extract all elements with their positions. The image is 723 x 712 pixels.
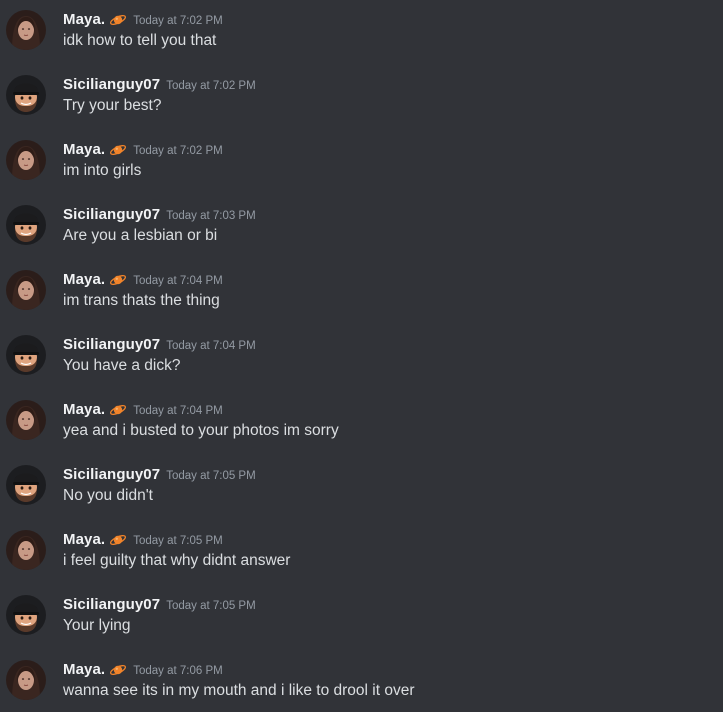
- planet-icon: [109, 273, 127, 287]
- planet-icon: [109, 533, 127, 547]
- message-item[interactable]: Maya. Today at 7:06 PM wanna see its in m…: [0, 660, 723, 712]
- username[interactable]: Maya.: [63, 271, 105, 288]
- sicilianguy-avatar[interactable]: [6, 205, 46, 245]
- sicilianguy-avatar[interactable]: [6, 75, 46, 115]
- maya-avatar[interactable]: [6, 270, 46, 310]
- username[interactable]: Maya.: [63, 531, 105, 548]
- timestamp: Today at 7:04 PM: [133, 275, 223, 287]
- message-header: Maya. Today at 7:06 PM: [63, 660, 223, 680]
- message-header: Sicilianguy07 Today at 7:05 PM: [63, 465, 256, 485]
- message-text: im trans thats the thing: [63, 292, 220, 309]
- maya-avatar[interactable]: [6, 10, 46, 50]
- message-text: Your lying: [63, 617, 131, 634]
- maya-avatar[interactable]: [6, 530, 46, 570]
- timestamp: Today at 7:02 PM: [133, 15, 223, 27]
- timestamp: Today at 7:03 PM: [166, 210, 256, 222]
- message-header: Sicilianguy07 Today at 7:02 PM: [63, 75, 256, 95]
- maya-avatar[interactable]: [6, 140, 46, 180]
- username[interactable]: Maya.: [63, 401, 105, 418]
- planet-icon: [109, 403, 127, 417]
- username[interactable]: Sicilianguy07: [63, 596, 160, 613]
- message-header: Maya. Today at 7:04 PM: [63, 270, 223, 290]
- message-header: Sicilianguy07 Today at 7:05 PM: [63, 595, 256, 615]
- username[interactable]: Sicilianguy07: [63, 336, 160, 353]
- timestamp: Today at 7:05 PM: [166, 600, 256, 612]
- planet-icon: [109, 663, 127, 677]
- message-header: Maya. Today at 7:04 PM: [63, 400, 223, 420]
- message-text: You have a dick?: [63, 357, 181, 374]
- message-text: yea and i busted to your photos im sorry: [63, 422, 339, 439]
- timestamp: Today at 7:04 PM: [133, 405, 223, 417]
- sicilianguy-avatar[interactable]: [6, 335, 46, 375]
- message-header: Maya. Today at 7:05 PM: [63, 530, 223, 550]
- timestamp: Today at 7:04 PM: [166, 340, 256, 352]
- username[interactable]: Maya.: [63, 661, 105, 678]
- message-header: Maya. Today at 7:02 PM: [63, 140, 223, 160]
- maya-avatar[interactable]: [6, 660, 46, 700]
- message-header: Maya. Today at 7:02 PM: [63, 10, 223, 30]
- maya-avatar[interactable]: [6, 400, 46, 440]
- sicilianguy-avatar[interactable]: [6, 465, 46, 505]
- message-list: Maya. Today at 7:02 PM idk how to tell yo…: [0, 0, 723, 712]
- timestamp: Today at 7:02 PM: [166, 80, 256, 92]
- username[interactable]: Maya.: [63, 141, 105, 158]
- planet-icon: [109, 13, 127, 27]
- message-header: Sicilianguy07 Today at 7:04 PM: [63, 335, 256, 355]
- message-header: Sicilianguy07 Today at 7:03 PM: [63, 205, 256, 225]
- message-text: Try your best?: [63, 97, 162, 114]
- username[interactable]: Sicilianguy07: [63, 76, 160, 93]
- sicilianguy-avatar[interactable]: [6, 595, 46, 635]
- message-text: i feel guilty that why didnt answer: [63, 552, 291, 569]
- timestamp: Today at 7:06 PM: [133, 665, 223, 677]
- username[interactable]: Sicilianguy07: [63, 206, 160, 223]
- message-text: wanna see its in my mouth and i like to …: [63, 682, 415, 699]
- message-text: im into girls: [63, 162, 142, 179]
- timestamp: Today at 7:02 PM: [133, 145, 223, 157]
- message-text: Are you a lesbian or bi: [63, 227, 218, 244]
- planet-icon: [109, 143, 127, 157]
- message-text: No you didn't: [63, 487, 153, 504]
- timestamp: Today at 7:05 PM: [133, 535, 223, 547]
- message-text: idk how to tell you that: [63, 32, 217, 49]
- username[interactable]: Maya.: [63, 11, 105, 28]
- username[interactable]: Sicilianguy07: [63, 466, 160, 483]
- timestamp: Today at 7:05 PM: [166, 470, 256, 482]
